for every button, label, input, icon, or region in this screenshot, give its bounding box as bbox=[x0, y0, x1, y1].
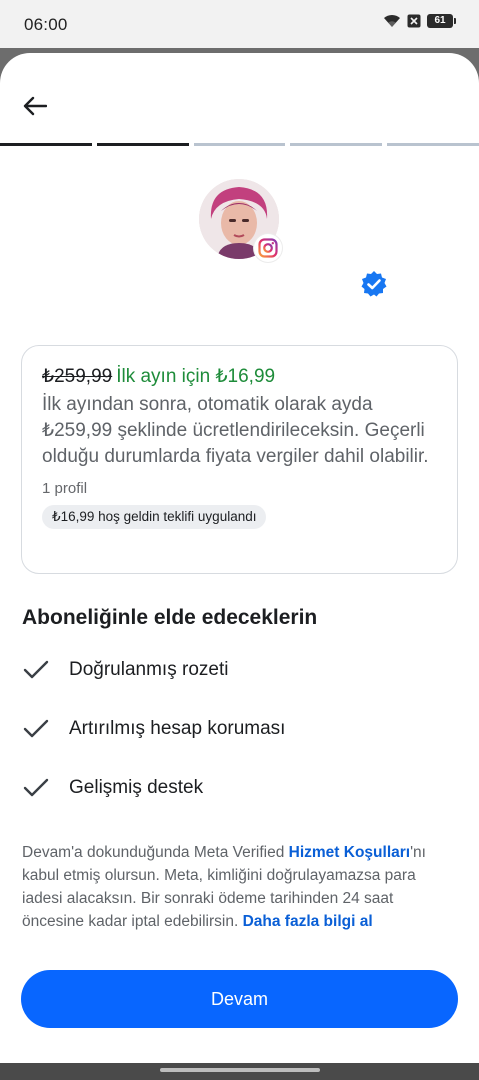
welcome-offer-chip: ₺16,99 hoş geldin teklifi uygulandı bbox=[42, 505, 267, 529]
benefit-item: Gelişmiş destek bbox=[22, 773, 203, 803]
continue-button-label: Devam bbox=[210, 988, 268, 1009]
system-nav-bar bbox=[0, 1063, 479, 1080]
progress-step bbox=[0, 143, 92, 146]
offer-card: ₺259,99 İlk ayın için ₺16,99 İlk ayından … bbox=[21, 345, 458, 574]
checkmark-icon bbox=[22, 774, 50, 802]
terms-of-service-link[interactable]: Hizmet Koşulları bbox=[289, 844, 410, 861]
learn-more-link[interactable]: Daha fazla bilgi al bbox=[243, 913, 373, 930]
checkmark-icon bbox=[22, 656, 50, 684]
wifi-icon bbox=[383, 14, 401, 28]
benefit-item: Artırılmış hesap koruması bbox=[22, 714, 285, 744]
continue-button[interactable]: Devam bbox=[21, 970, 458, 1028]
profile-count: 1 profil bbox=[42, 480, 88, 497]
offer-description: İlk ayından sonra, otomatik olarak ayda … bbox=[42, 394, 429, 467]
no-sim-icon bbox=[407, 14, 421, 28]
progress-step bbox=[290, 143, 383, 146]
home-gesture-handle[interactable] bbox=[160, 1068, 320, 1072]
old-price: ₺259,99 bbox=[42, 366, 113, 387]
status-icons: 61 bbox=[383, 14, 456, 28]
benefit-label: Gelişmiş destek bbox=[69, 777, 204, 798]
profile-avatar-wrap bbox=[199, 179, 282, 262]
instagram-icon bbox=[254, 234, 282, 262]
benefit-item: Doğrulanmış rozeti bbox=[22, 655, 228, 685]
terms-text-part: Devam'a dokunduğunda Meta Verified bbox=[22, 844, 289, 861]
benefits-title: Aboneliğinle elde edeceklerin bbox=[22, 606, 318, 629]
benefit-label: Doğrulanmış rozeti bbox=[69, 659, 229, 680]
status-bar: 06:00 61 bbox=[0, 0, 479, 48]
progress-step bbox=[387, 143, 479, 146]
terms-text: Devam'a dokunduğunda Meta Verified Hizme… bbox=[22, 841, 458, 933]
price-line: ₺259,99 İlk ayın için ₺16,99 bbox=[42, 364, 437, 390]
back-button[interactable] bbox=[20, 93, 50, 123]
benefit-label: Artırılmış hesap koruması bbox=[69, 718, 286, 739]
promo-price: İlk ayın için ₺16,99 bbox=[116, 366, 276, 387]
subscription-sheet: ₺259,99 İlk ayın için ₺16,99 İlk ayından … bbox=[0, 53, 479, 1063]
verified-badge-icon bbox=[360, 270, 388, 298]
status-time: 06:00 bbox=[24, 15, 68, 34]
progress-step bbox=[193, 143, 286, 146]
arrow-left-icon bbox=[23, 96, 48, 121]
battery-icon: 61 bbox=[427, 14, 456, 28]
step-progress bbox=[0, 143, 479, 146]
progress-step bbox=[96, 143, 189, 146]
checkmark-icon bbox=[22, 715, 50, 743]
